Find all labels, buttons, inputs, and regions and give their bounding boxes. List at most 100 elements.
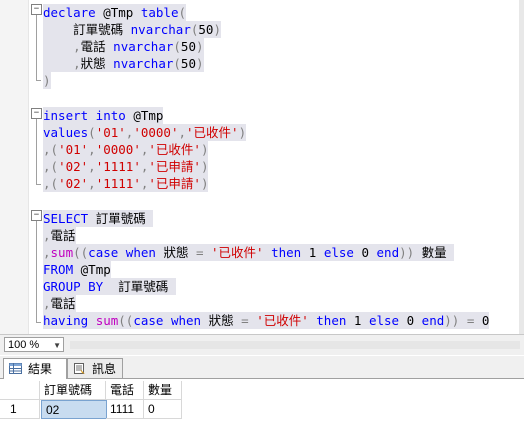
code-token: , [43, 39, 81, 54]
code-line[interactable]: ,('02','1111','已申請') [43, 175, 209, 192]
code-token: '1111' [95, 176, 141, 191]
query-editor[interactable]: declare @Tmp table( 訂單號碼 nvarchar(50) ,電… [0, 0, 524, 334]
code-token: ( [178, 5, 187, 20]
code-token: )) [399, 245, 415, 260]
fold-guide [36, 119, 37, 185]
fold-guide-end [36, 184, 41, 185]
code-token: 訂單號碼 [43, 22, 131, 37]
code-token: , [88, 142, 96, 157]
code-token: nvarchar [113, 56, 174, 71]
code-token: '0000' [95, 142, 141, 157]
code-token: 50 [198, 22, 214, 37]
code-token: '已申請' [148, 176, 201, 191]
results-grid[interactable]: 訂單號碼 電話 數量 1 02 1111 0 [0, 379, 524, 440]
code-token: else [323, 245, 362, 260]
code-token: '已收件' [211, 245, 272, 260]
code-token: values [43, 125, 89, 140]
row-number[interactable]: 1 [0, 400, 40, 419]
code-token: else [368, 313, 407, 328]
code-token: then [271, 245, 309, 260]
code-token: sum [95, 313, 119, 328]
table-cell[interactable]: 0 [144, 400, 182, 419]
code-token: ( [88, 125, 96, 140]
editor-vertical-scrollbar[interactable] [519, 0, 524, 334]
code-line[interactable]: GROUP BY 訂單號碼 [43, 278, 176, 295]
code-line[interactable]: ) [43, 72, 51, 89]
code-token: (( [118, 313, 134, 328]
column-header[interactable]: 訂單號碼 [40, 381, 106, 400]
collapse-icon[interactable]: − [31, 108, 42, 119]
code-token: 訂單號碼 [95, 211, 154, 226]
collapse-icon[interactable]: − [31, 4, 42, 15]
table-cell-selected[interactable]: 02 [41, 400, 107, 419]
tab-messages-label: 訊息 [92, 362, 117, 376]
code-token: ) [200, 142, 209, 157]
code-token: ) [195, 39, 204, 54]
code-token: having [43, 313, 96, 328]
code-token: case when [133, 313, 209, 328]
code-token: ,( [43, 159, 59, 174]
zoom-dropdown[interactable]: 100 % ▼ [4, 337, 64, 352]
fold-guide [36, 221, 37, 323]
code-line[interactable]: values('01','0000','已收件') [43, 124, 247, 141]
code-line[interactable]: ,電話 nvarchar(50) [43, 38, 204, 55]
code-line[interactable]: ,('01','0000','已收件') [43, 141, 209, 158]
code-token: 50 [180, 56, 196, 71]
code-token: ) [213, 22, 221, 37]
code-token: end [376, 245, 400, 260]
zoom-value: 100 % [8, 339, 40, 351]
code-line[interactable]: 訂單號碼 nvarchar(50) [43, 21, 221, 38]
code-line[interactable]: declare @Tmp table( [43, 4, 187, 21]
code-token: 50 [180, 39, 196, 54]
code-token: 數量 [414, 245, 455, 260]
grid-corner-header[interactable] [0, 381, 40, 400]
code-token: then [316, 313, 354, 328]
code-token: 0 [406, 313, 422, 328]
code-token: , [43, 228, 51, 243]
code-token: end [421, 313, 445, 328]
code-token: 訂單號碼 [118, 279, 176, 294]
tab-messages[interactable]: 訊息 [67, 358, 123, 378]
code-line[interactable]: ,('02','1111','已申請') [43, 158, 209, 175]
code-line[interactable]: ,狀態 nvarchar(50) [43, 55, 204, 72]
collapse-icon[interactable]: − [31, 210, 42, 221]
code-token: ( [173, 39, 181, 54]
code-token: @Tmp [133, 108, 164, 123]
code-line[interactable]: having sum((case when 狀態 = '已收件' then 1 … [43, 312, 490, 329]
code-line[interactable]: insert into @Tmp [43, 107, 164, 124]
code-token: , [43, 56, 81, 71]
code-token: ( [173, 56, 181, 71]
code-line[interactable]: ,sum((case when 狀態 = '已收件' then 1 else 0… [43, 244, 455, 261]
code-token: 狀態 [163, 245, 196, 260]
tab-results-label: 結果 [28, 362, 53, 376]
code-token: 0 [361, 245, 377, 260]
code-line[interactable]: FROM @Tmp [43, 261, 111, 278]
code-line[interactable]: ,電話 [43, 295, 76, 312]
code-token: 1 [308, 245, 324, 260]
code-token: ) [200, 176, 209, 191]
result-tabs: 結果 訊息 [0, 356, 524, 379]
code-line[interactable]: ,電話 [43, 227, 76, 244]
code-token: ) [195, 56, 204, 71]
code-token: nvarchar [130, 22, 191, 37]
code-token: sum [50, 245, 74, 260]
code-token: '02' [58, 176, 89, 191]
code-line[interactable]: SELECT 訂單號碼 [43, 210, 154, 227]
code-token: , [88, 176, 96, 191]
code-token: (( [73, 245, 89, 260]
column-header[interactable]: 數量 [144, 381, 182, 400]
code-token: declare [43, 5, 104, 20]
code-token: 電話 [50, 228, 76, 243]
code-token: 電話 [80, 39, 114, 54]
code-token: nvarchar [113, 39, 174, 54]
code-token: table [140, 5, 179, 20]
table-cell[interactable]: 1111 [106, 400, 144, 419]
code-token: 0 [481, 313, 490, 328]
column-header[interactable]: 電話 [106, 381, 144, 400]
code-token: '01' [95, 125, 126, 140]
code-token: = [195, 245, 212, 260]
grid-icon [9, 363, 22, 374]
code-token: '1111' [95, 159, 141, 174]
editor-horizontal-scrollbar[interactable] [70, 341, 520, 349]
tab-results[interactable]: 結果 [3, 358, 67, 379]
